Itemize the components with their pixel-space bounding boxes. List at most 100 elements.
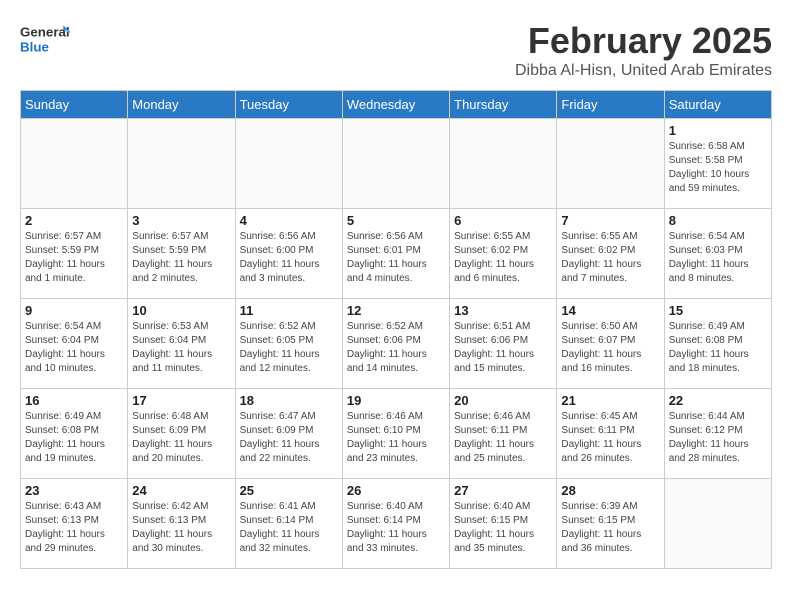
col-saturday: Saturday	[664, 91, 771, 119]
day-info: Sunrise: 6:55 AM Sunset: 6:02 PM Dayligh…	[454, 230, 552, 286]
day-info: Sunrise: 6:41 AM Sunset: 6:14 PM Dayligh…	[240, 500, 338, 556]
table-row: 6 Sunrise: 6:55 AM Sunset: 6:02 PM Daylig…	[450, 209, 557, 299]
logo: General Blue	[20, 20, 70, 60]
col-tuesday: Tuesday	[235, 91, 342, 119]
calendar-week-row: 9Sunrise: 6:54 AM Sunset: 6:04 PM Daylig…	[21, 299, 772, 389]
table-row: 25 Sunrise: 6:41 AM Sunset: 6:14 PM Dayli…	[235, 479, 342, 569]
svg-text:General: General	[20, 24, 70, 39]
calendar-week-row: 23Sunrise: 6:43 AM Sunset: 6:13 PM Dayli…	[21, 479, 772, 569]
col-monday: Monday	[128, 91, 235, 119]
table-row	[557, 119, 664, 209]
day-number: 27	[454, 483, 552, 498]
day-number: 25	[240, 483, 338, 498]
day-number: 3	[132, 213, 230, 228]
day-number: 4	[240, 213, 338, 228]
day-info: Sunrise: 6:44 AM Sunset: 6:12 PM Dayligh…	[669, 410, 767, 466]
table-row: 17Sunrise: 6:48 AM Sunset: 6:09 PM Dayli…	[128, 389, 235, 479]
calendar-week-row: 1 Sunrise: 6:58 AM Sunset: 5:58 PM Daylig…	[21, 119, 772, 209]
day-info: Sunrise: 6:47 AM Sunset: 6:09 PM Dayligh…	[240, 410, 338, 466]
day-number: 17	[132, 393, 230, 408]
day-info: Sunrise: 6:40 AM Sunset: 6:15 PM Dayligh…	[454, 500, 552, 556]
table-row	[664, 479, 771, 569]
day-number: 28	[561, 483, 659, 498]
col-friday: Friday	[557, 91, 664, 119]
day-number: 22	[669, 393, 767, 408]
day-info: Sunrise: 6:45 AM Sunset: 6:11 PM Dayligh…	[561, 410, 659, 466]
day-info: Sunrise: 6:56 AM Sunset: 6:01 PM Dayligh…	[347, 230, 445, 286]
table-row: 2 Sunrise: 6:57 AM Sunset: 5:59 PM Daylig…	[21, 209, 128, 299]
day-number: 8	[669, 213, 767, 228]
table-row: 14 Sunrise: 6:50 AM Sunset: 6:07 PM Dayli…	[557, 299, 664, 389]
day-info: Sunrise: 6:42 AM Sunset: 6:13 PM Dayligh…	[132, 500, 230, 556]
table-row: 8 Sunrise: 6:54 AM Sunset: 6:03 PM Daylig…	[664, 209, 771, 299]
title-section: February 2025 Dibba Al-Hisn, United Arab…	[515, 20, 772, 80]
day-number: 7	[561, 213, 659, 228]
day-info: Sunrise: 6:55 AM Sunset: 6:02 PM Dayligh…	[561, 230, 659, 286]
day-number: 14	[561, 303, 659, 318]
day-number: 12	[347, 303, 445, 318]
day-number: 16	[25, 393, 123, 408]
month-title: February 2025	[515, 20, 772, 62]
calendar-week-row: 2 Sunrise: 6:57 AM Sunset: 5:59 PM Daylig…	[21, 209, 772, 299]
table-row: 13 Sunrise: 6:51 AM Sunset: 6:06 PM Dayli…	[450, 299, 557, 389]
day-number: 10	[132, 303, 230, 318]
table-row	[342, 119, 449, 209]
day-number: 24	[132, 483, 230, 498]
day-number: 2	[25, 213, 123, 228]
table-row: 10 Sunrise: 6:53 AM Sunset: 6:04 PM Dayli…	[128, 299, 235, 389]
calendar-header-row: Sunday Monday Tuesday Wednesday Thursday…	[21, 91, 772, 119]
day-number: 15	[669, 303, 767, 318]
day-info: Sunrise: 6:57 AM Sunset: 5:59 PM Dayligh…	[132, 230, 230, 286]
table-row: 24 Sunrise: 6:42 AM Sunset: 6:13 PM Dayli…	[128, 479, 235, 569]
day-info: Sunrise: 6:54 AM Sunset: 6:03 PM Dayligh…	[669, 230, 767, 286]
day-number: 21	[561, 393, 659, 408]
col-wednesday: Wednesday	[342, 91, 449, 119]
day-info: Sunrise: 6:52 AM Sunset: 6:05 PM Dayligh…	[240, 320, 338, 376]
table-row: 9Sunrise: 6:54 AM Sunset: 6:04 PM Daylig…	[21, 299, 128, 389]
day-number: 13	[454, 303, 552, 318]
table-row: 23Sunrise: 6:43 AM Sunset: 6:13 PM Dayli…	[21, 479, 128, 569]
table-row: 3 Sunrise: 6:57 AM Sunset: 5:59 PM Daylig…	[128, 209, 235, 299]
table-row	[21, 119, 128, 209]
table-row: 18 Sunrise: 6:47 AM Sunset: 6:09 PM Dayli…	[235, 389, 342, 479]
table-row: 21 Sunrise: 6:45 AM Sunset: 6:11 PM Dayli…	[557, 389, 664, 479]
table-row	[450, 119, 557, 209]
day-info: Sunrise: 6:51 AM Sunset: 6:06 PM Dayligh…	[454, 320, 552, 376]
calendar-week-row: 16 Sunrise: 6:49 AM Sunset: 6:08 PM Dayli…	[21, 389, 772, 479]
table-row	[235, 119, 342, 209]
col-sunday: Sunday	[21, 91, 128, 119]
table-row: 16 Sunrise: 6:49 AM Sunset: 6:08 PM Dayli…	[21, 389, 128, 479]
day-info: Sunrise: 6:46 AM Sunset: 6:10 PM Dayligh…	[347, 410, 445, 466]
col-thursday: Thursday	[450, 91, 557, 119]
day-number: 19	[347, 393, 445, 408]
day-number: 6	[454, 213, 552, 228]
table-row: 15Sunrise: 6:49 AM Sunset: 6:08 PM Dayli…	[664, 299, 771, 389]
table-row: 12 Sunrise: 6:52 AM Sunset: 6:06 PM Dayli…	[342, 299, 449, 389]
table-row	[128, 119, 235, 209]
day-info: Sunrise: 6:40 AM Sunset: 6:14 PM Dayligh…	[347, 500, 445, 556]
day-info: Sunrise: 6:49 AM Sunset: 6:08 PM Dayligh…	[25, 410, 123, 466]
table-row: 28 Sunrise: 6:39 AM Sunset: 6:15 PM Dayli…	[557, 479, 664, 569]
day-number: 26	[347, 483, 445, 498]
table-row: 19 Sunrise: 6:46 AM Sunset: 6:10 PM Dayli…	[342, 389, 449, 479]
day-number: 23	[25, 483, 123, 498]
location-subtitle: Dibba Al-Hisn, United Arab Emirates	[515, 62, 772, 80]
table-row: 4 Sunrise: 6:56 AM Sunset: 6:00 PM Daylig…	[235, 209, 342, 299]
day-info: Sunrise: 6:53 AM Sunset: 6:04 PM Dayligh…	[132, 320, 230, 376]
table-row: 20Sunrise: 6:46 AM Sunset: 6:11 PM Dayli…	[450, 389, 557, 479]
day-info: Sunrise: 6:57 AM Sunset: 5:59 PM Dayligh…	[25, 230, 123, 286]
day-number: 9	[25, 303, 123, 318]
day-number: 18	[240, 393, 338, 408]
calendar-table: Sunday Monday Tuesday Wednesday Thursday…	[20, 90, 772, 569]
day-number: 1	[669, 123, 767, 138]
table-row: 27 Sunrise: 6:40 AM Sunset: 6:15 PM Dayli…	[450, 479, 557, 569]
table-row: 26 Sunrise: 6:40 AM Sunset: 6:14 PM Dayli…	[342, 479, 449, 569]
day-info: Sunrise: 6:39 AM Sunset: 6:15 PM Dayligh…	[561, 500, 659, 556]
day-info: Sunrise: 6:52 AM Sunset: 6:06 PM Dayligh…	[347, 320, 445, 376]
day-info: Sunrise: 6:58 AM Sunset: 5:58 PM Dayligh…	[669, 140, 767, 196]
logo-icon: General Blue	[20, 20, 70, 60]
day-info: Sunrise: 6:50 AM Sunset: 6:07 PM Dayligh…	[561, 320, 659, 376]
table-row: 22 Sunrise: 6:44 AM Sunset: 6:12 PM Dayli…	[664, 389, 771, 479]
day-number: 11	[240, 303, 338, 318]
day-info: Sunrise: 6:56 AM Sunset: 6:00 PM Dayligh…	[240, 230, 338, 286]
